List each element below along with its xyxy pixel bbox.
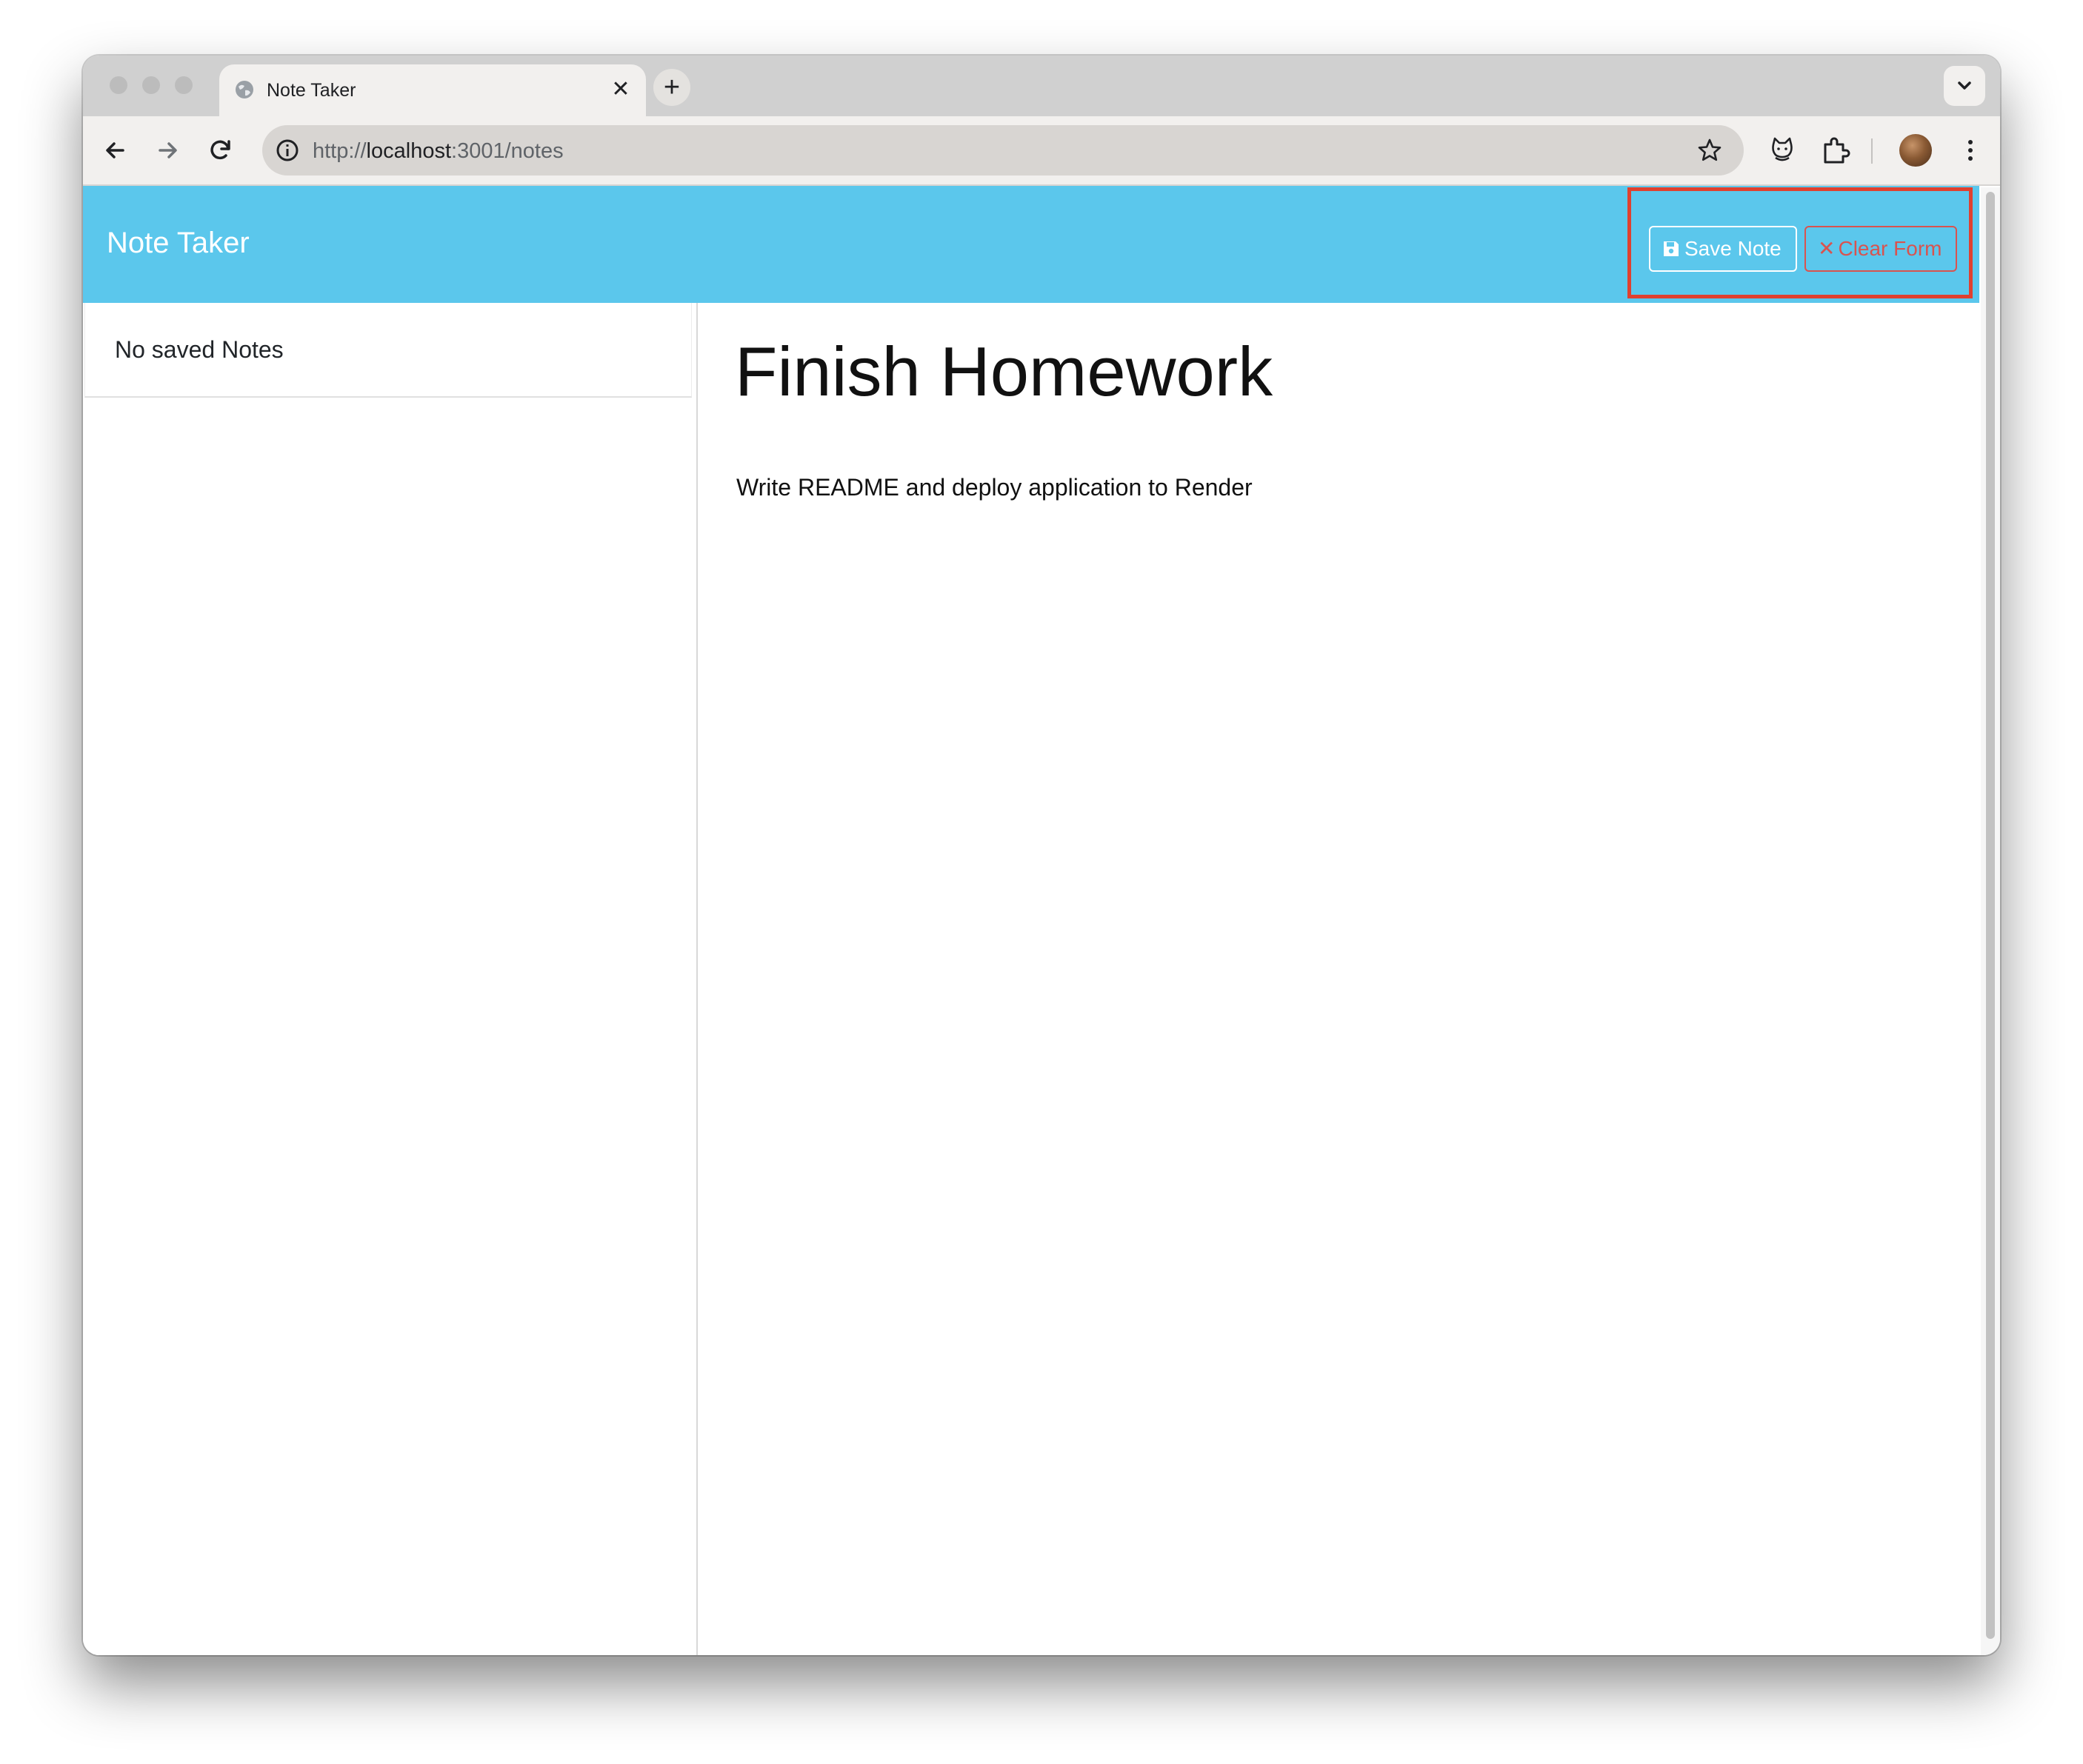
- tab-close-icon[interactable]: ✕: [609, 78, 633, 101]
- floppy-disk-icon: [1664, 241, 1679, 256]
- app-navbar: Note Taker Save Note ✕ Clear Form: [83, 186, 1979, 303]
- cat-extension-icon[interactable]: [1764, 133, 1800, 168]
- minimize-window-button[interactable]: [142, 76, 160, 94]
- close-icon: ✕: [1818, 236, 1836, 260]
- url-text[interactable]: http://localhost:3001/notes: [313, 138, 564, 164]
- kebab-menu-icon[interactable]: [1953, 133, 1988, 168]
- toolbar-separator: [1871, 138, 1873, 164]
- page-scrollbar[interactable]: [1981, 187, 2000, 1655]
- address-bar[interactable]: http://localhost:3001/notes: [262, 125, 1744, 176]
- globe-icon: [236, 81, 253, 98]
- save-note-label: Save Note: [1684, 237, 1782, 260]
- page-viewport: Note Taker Save Note ✕ Clear Form No save…: [83, 186, 2000, 1655]
- reload-button[interactable]: [201, 131, 240, 170]
- puzzle-icon[interactable]: [1818, 133, 1853, 168]
- url-host: localhost: [366, 139, 452, 163]
- info-icon[interactable]: [274, 137, 301, 164]
- profile-avatar[interactable]: [1899, 134, 1932, 167]
- note-title-input[interactable]: Finish Homework: [735, 331, 1273, 412]
- note-text-textarea[interactable]: Write README and deploy application to R…: [736, 472, 1253, 502]
- empty-notes-message: No saved Notes: [115, 336, 284, 363]
- notes-sidebar: No saved Notes: [83, 303, 698, 1655]
- star-icon[interactable]: [1696, 137, 1723, 164]
- browser-toolbar: http://localhost:3001/notes: [83, 116, 2000, 186]
- tab-title: Note Taker: [267, 80, 356, 101]
- app-brand[interactable]: Note Taker: [107, 224, 250, 261]
- zoom-window-button[interactable]: [175, 76, 193, 94]
- back-button[interactable]: [96, 131, 135, 170]
- new-tab-button[interactable]: +: [653, 69, 690, 106]
- save-note-button[interactable]: Save Note: [1649, 226, 1797, 272]
- browser-window: Note Taker ✕ + http://localhost:3001/not…: [83, 56, 2000, 1655]
- forward-button[interactable]: [148, 131, 187, 170]
- url-scheme: http://: [313, 139, 367, 163]
- tab-search-button[interactable]: [1944, 66, 1985, 106]
- clear-form-label: Clear Form: [1838, 237, 1942, 260]
- tab-note-taker[interactable]: Note Taker ✕: [219, 64, 646, 116]
- url-path: :3001/notes: [451, 139, 564, 163]
- clear-form-button[interactable]: ✕ Clear Form: [1804, 226, 1957, 272]
- chevron-down-icon: [1958, 81, 1971, 90]
- tab-strip: Note Taker ✕ +: [83, 56, 2000, 116]
- close-window-button[interactable]: [110, 76, 127, 94]
- scrollbar-thumb[interactable]: [1986, 192, 1995, 1639]
- list-item: No saved Notes: [84, 303, 692, 398]
